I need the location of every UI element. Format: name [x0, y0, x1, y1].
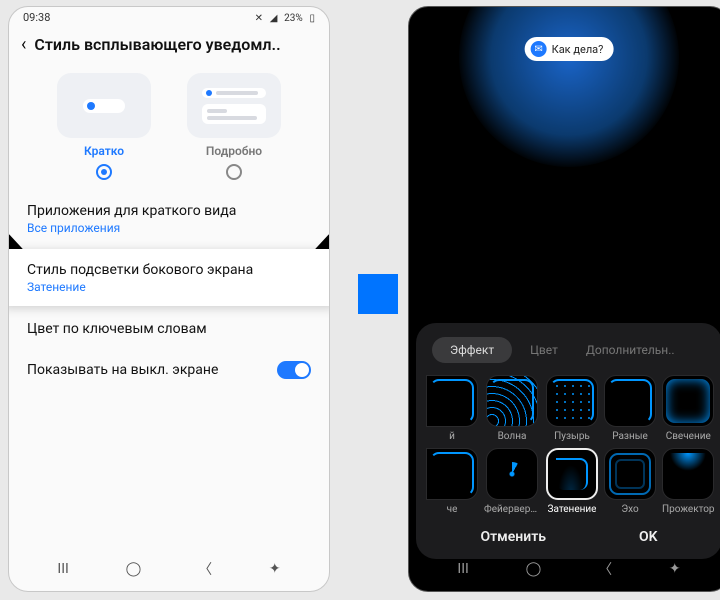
label-detail: Подробно	[187, 144, 281, 158]
item-show-on-aod[interactable]: Показывать на выкл. экране	[9, 349, 329, 391]
aod-toggle[interactable]	[277, 361, 311, 379]
item-edge-lighting[interactable]: Стиль подсветки бокового экрана Затенени…	[8, 249, 330, 306]
nav-bar-right: III ◯ 〈 ✦	[409, 553, 720, 585]
nav-back-icon[interactable]: 〈	[598, 559, 612, 579]
nav-bar: III ◯ 〈 ✦	[9, 553, 329, 585]
effect-spotlight[interactable]: Прожектор	[662, 448, 715, 515]
nav-accessibility-icon[interactable]: ✦	[269, 561, 281, 577]
settings-screen: 09:38 ✕ ◢ 23% ▯ ‹ Стиль всплывающего уве…	[8, 6, 330, 592]
style-card-detail[interactable]	[187, 73, 281, 138]
cancel-button[interactable]: Отменить	[480, 529, 546, 545]
action-row: Отменить OK	[424, 515, 714, 547]
effect-heart[interactable]: че	[426, 448, 478, 515]
style-card-brief[interactable]	[57, 73, 151, 138]
tab-effect[interactable]: Эффект	[432, 337, 512, 363]
item-apps-title: Приложения для краткого вида	[27, 203, 311, 219]
tab-color[interactable]: Цвет	[520, 337, 568, 363]
clock: 09:38	[23, 11, 50, 24]
label-brief: Кратко	[57, 144, 151, 158]
style-labels: Кратко Подробно	[9, 144, 329, 164]
battery-icon: ▯	[309, 13, 315, 24]
nav-home-icon[interactable]: ◯	[126, 561, 142, 577]
radio-brief[interactable]	[96, 164, 112, 180]
tab-advanced[interactable]: Дополнительн..	[576, 337, 685, 363]
style-cards	[9, 65, 329, 144]
connector-square	[358, 274, 398, 314]
effect-echo[interactable]: Эхо	[604, 448, 656, 515]
effect-basic[interactable]: й	[426, 375, 478, 442]
item-edge-title: Стиль подсветки бокового экрана	[27, 262, 311, 278]
effect-fireworks[interactable]: Фейерверки	[484, 448, 540, 515]
item-color-title: Цвет по ключевым словам	[27, 321, 311, 337]
effect-glow[interactable]: Свечение	[662, 375, 715, 442]
effect-eclipse[interactable]: Затенение	[546, 448, 598, 515]
effect-grid: й Волна Пузырь Разные Свечение че Фейерв…	[424, 375, 714, 515]
nav-accessibility-icon[interactable]: ✦	[669, 561, 681, 577]
signal-icon: ◢	[270, 13, 278, 24]
edge-effect-picker: ✉ Как дела? Эффект Цвет Дополнительн.. й…	[408, 6, 720, 592]
effect-multi[interactable]: Разные	[604, 375, 656, 442]
effect-drawer: Эффект Цвет Дополнительн.. й Волна Пузыр…	[416, 323, 720, 559]
nav-recents-icon[interactable]: III	[457, 561, 468, 577]
battery-text: 23%	[284, 13, 303, 24]
preview-text: Как дела?	[552, 43, 604, 56]
item-aod-title: Показывать на выкл. экране	[27, 362, 218, 378]
preview-halo	[459, 6, 679, 167]
page-title: Стиль всплывающего уведомл..	[34, 35, 280, 54]
item-apps-sub: Все приложения	[27, 221, 311, 235]
nav-recents-icon[interactable]: III	[57, 561, 68, 577]
ok-button[interactable]: OK	[639, 529, 658, 545]
preview-notification: ✉ Как дела?	[525, 37, 614, 61]
radio-detail[interactable]	[226, 164, 242, 180]
style-radios	[9, 164, 329, 190]
vibrate-icon: ✕	[255, 13, 263, 24]
back-icon[interactable]: ‹	[21, 34, 26, 55]
effect-bubble[interactable]: Пузырь	[546, 375, 598, 442]
effect-wave[interactable]: Волна	[484, 375, 540, 442]
item-color-keywords[interactable]: Цвет по ключевым словам	[9, 308, 329, 349]
status-icons: ✕ ◢ 23% ▯	[251, 11, 315, 24]
header: ‹ Стиль всплывающего уведомл..	[9, 26, 329, 65]
nav-back-icon[interactable]: 〈	[198, 559, 212, 579]
mail-icon: ✉	[531, 41, 547, 57]
item-edge-sub: Затенение	[27, 280, 311, 294]
status-bar: 09:38 ✕ ◢ 23% ▯	[9, 7, 329, 26]
tab-row: Эффект Цвет Дополнительн..	[424, 333, 714, 375]
item-apps[interactable]: Приложения для краткого вида Все приложе…	[9, 190, 329, 247]
nav-home-icon[interactable]: ◯	[526, 561, 542, 577]
